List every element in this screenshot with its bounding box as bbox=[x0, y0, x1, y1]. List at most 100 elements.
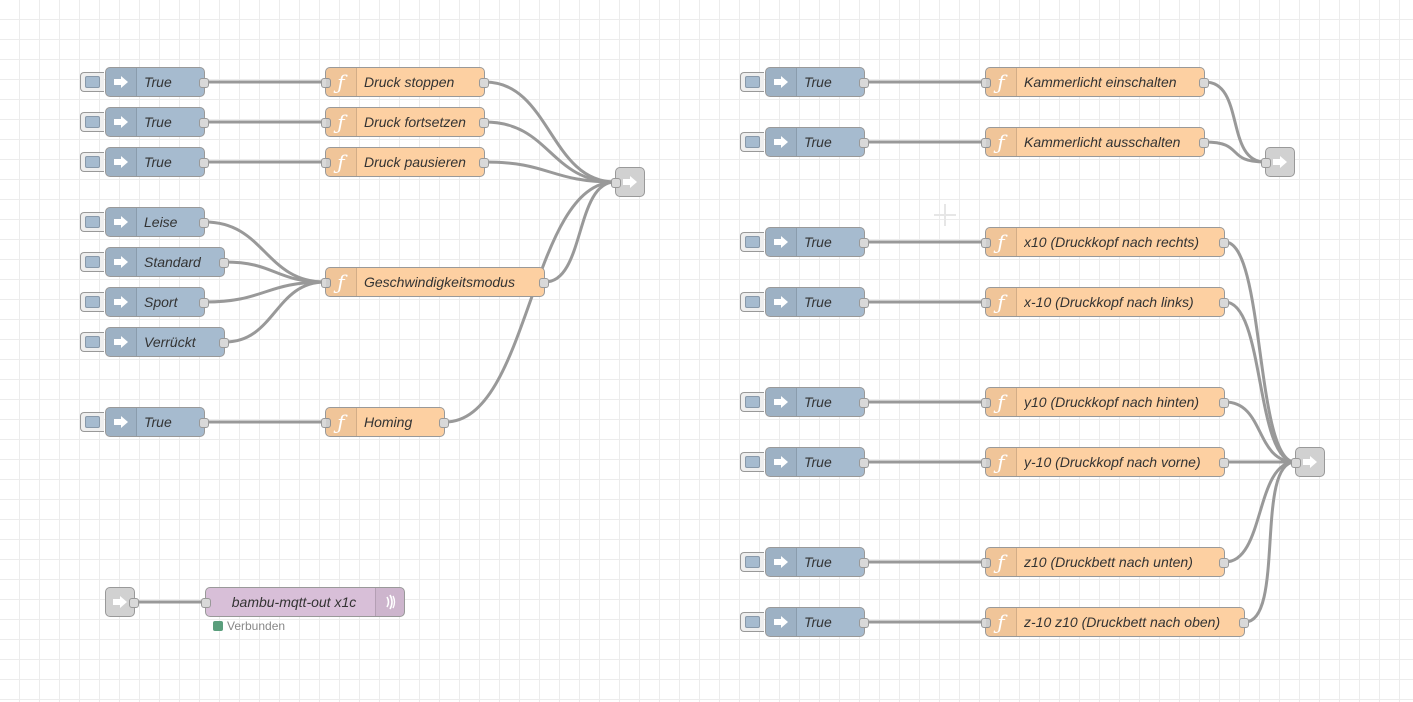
output-port[interactable] bbox=[199, 78, 209, 88]
link-out-node-motion[interactable] bbox=[1291, 447, 1325, 477]
inject-node-z-10[interactable]: True bbox=[740, 607, 869, 637]
inject-button[interactable] bbox=[740, 552, 764, 572]
function-node-y-10[interactable]: ƒ y-10 (Druckkopf nach vorne) bbox=[981, 447, 1229, 477]
inject-button[interactable] bbox=[80, 72, 104, 92]
function-node-druck-pausieren[interactable]: ƒ Druck pausieren bbox=[321, 147, 489, 177]
input-port[interactable] bbox=[611, 178, 621, 188]
function-f-icon: ƒ bbox=[326, 148, 357, 176]
wire bbox=[1224, 460, 1296, 564]
output-port[interactable] bbox=[219, 258, 229, 268]
input-port[interactable] bbox=[201, 598, 211, 608]
output-port[interactable] bbox=[219, 338, 229, 348]
inject-button[interactable] bbox=[740, 392, 764, 412]
inject-button[interactable] bbox=[740, 612, 764, 632]
output-port[interactable] bbox=[859, 458, 869, 468]
inject-node-x10[interactable]: True bbox=[740, 227, 869, 257]
inject-button[interactable] bbox=[740, 292, 764, 312]
function-node-z10[interactable]: ƒ z10 (Druckbett nach unten) bbox=[981, 547, 1229, 577]
output-port[interactable] bbox=[199, 158, 209, 168]
output-port[interactable] bbox=[1199, 78, 1209, 88]
inject-button[interactable] bbox=[80, 412, 104, 432]
function-node-kammerlicht-einschalten[interactable]: ƒ Kammerlicht einschalten bbox=[981, 67, 1209, 97]
inject-button[interactable] bbox=[80, 332, 104, 352]
function-node-y10[interactable]: ƒ y10 (Druckkopf nach hinten) bbox=[981, 387, 1229, 417]
link-out-node-printer[interactable] bbox=[611, 167, 645, 197]
inject-button[interactable] bbox=[80, 152, 104, 172]
output-port[interactable] bbox=[539, 278, 549, 288]
function-node-druck-fortsetzen[interactable]: ƒ Druck fortsetzen bbox=[321, 107, 489, 137]
function-node-kammerlicht-ausschalten[interactable]: ƒ Kammerlicht ausschalten bbox=[981, 127, 1209, 157]
node-label: Geschwindigkeitsmodus bbox=[364, 274, 515, 290]
node-label: Druck stoppen bbox=[364, 74, 455, 90]
input-port[interactable] bbox=[1261, 158, 1271, 168]
inject-button[interactable] bbox=[80, 252, 104, 272]
link-out-node-light[interactable] bbox=[1261, 147, 1295, 177]
output-port[interactable] bbox=[859, 618, 869, 628]
inject-node-kammerlicht-ein[interactable]: True bbox=[740, 67, 869, 97]
output-port[interactable] bbox=[859, 238, 869, 248]
inject-node-druck-stoppen[interactable]: True bbox=[80, 67, 209, 97]
function-node-z-10[interactable]: ƒ z-10 z10 (Druckbett nach oben) bbox=[981, 607, 1249, 637]
function-node-homing[interactable]: ƒ Homing bbox=[321, 407, 449, 437]
inject-button[interactable] bbox=[740, 452, 764, 472]
inject-node-druck-fortsetzen[interactable]: True bbox=[80, 107, 209, 137]
output-port[interactable] bbox=[199, 218, 209, 228]
inject-node-x-10[interactable]: True bbox=[740, 287, 869, 317]
inject-node-standard[interactable]: Standard bbox=[80, 247, 229, 277]
output-port[interactable] bbox=[1219, 398, 1229, 408]
node-label: True bbox=[804, 74, 832, 90]
output-port[interactable] bbox=[1219, 238, 1229, 248]
inject-button[interactable] bbox=[740, 72, 764, 92]
inject-node-z10[interactable]: True bbox=[740, 547, 869, 577]
output-port[interactable] bbox=[859, 138, 869, 148]
output-port[interactable] bbox=[199, 298, 209, 308]
output-port[interactable] bbox=[859, 78, 869, 88]
mqtt-status: Verbunden bbox=[213, 619, 285, 633]
output-port[interactable] bbox=[1239, 618, 1249, 628]
output-port[interactable] bbox=[1219, 558, 1229, 568]
function-node-druck-stoppen[interactable]: ƒ Druck stoppen bbox=[321, 67, 489, 97]
output-port[interactable] bbox=[1199, 138, 1209, 148]
output-port[interactable] bbox=[439, 418, 449, 428]
output-port[interactable] bbox=[1219, 298, 1229, 308]
output-port[interactable] bbox=[129, 598, 139, 608]
output-port[interactable] bbox=[859, 558, 869, 568]
input-port[interactable] bbox=[1291, 458, 1301, 468]
wire bbox=[1224, 240, 1296, 464]
inject-node-homing[interactable]: True bbox=[80, 407, 209, 437]
inject-node-druck-pausieren[interactable]: True bbox=[80, 147, 209, 177]
node-label: z-10 z10 (Druckbett nach oben) bbox=[1024, 614, 1221, 630]
inject-node-y10[interactable]: True bbox=[740, 387, 869, 417]
function-node-x10[interactable]: ƒ x10 (Druckkopf nach rechts) bbox=[981, 227, 1229, 257]
link-in-node-mqtt[interactable] bbox=[105, 587, 139, 617]
output-port[interactable] bbox=[859, 298, 869, 308]
output-port[interactable] bbox=[199, 418, 209, 428]
inject-button[interactable] bbox=[740, 132, 764, 152]
node-label: True bbox=[804, 234, 832, 250]
inject-node-y-10[interactable]: True bbox=[740, 447, 869, 477]
node-label: y-10 (Druckkopf nach vorne) bbox=[1024, 454, 1201, 470]
inject-arrow-icon bbox=[766, 68, 797, 96]
function-f-icon: ƒ bbox=[986, 388, 1017, 416]
inject-button[interactable] bbox=[80, 292, 104, 312]
inject-button[interactable] bbox=[80, 212, 104, 232]
inject-button[interactable] bbox=[740, 232, 764, 252]
output-port[interactable] bbox=[199, 118, 209, 128]
output-port[interactable] bbox=[859, 398, 869, 408]
function-node-geschwindigkeitsmodus[interactable]: ƒ Geschwindigkeitsmodus bbox=[321, 267, 549, 297]
inject-node-verrueckt[interactable]: Verrückt bbox=[80, 327, 229, 357]
inject-node-sport[interactable]: Sport bbox=[80, 287, 209, 317]
output-port[interactable] bbox=[479, 158, 489, 168]
function-node-x-10[interactable]: ƒ x-10 (Druckkopf nach links) bbox=[981, 287, 1229, 317]
inject-arrow-icon bbox=[106, 68, 137, 96]
output-port[interactable] bbox=[1219, 458, 1229, 468]
inject-node-leise[interactable]: Leise bbox=[80, 207, 209, 237]
inject-button[interactable] bbox=[80, 112, 104, 132]
output-port[interactable] bbox=[479, 78, 489, 88]
mqtt-out-node[interactable]: bambu-mqtt-out x1c bbox=[201, 587, 405, 617]
inject-node-kammerlicht-aus[interactable]: True bbox=[740, 127, 869, 157]
node-label: True bbox=[804, 134, 832, 150]
output-port[interactable] bbox=[479, 118, 489, 128]
node-label: Druck fortsetzen bbox=[364, 114, 466, 130]
node-label: Leise bbox=[144, 214, 178, 230]
